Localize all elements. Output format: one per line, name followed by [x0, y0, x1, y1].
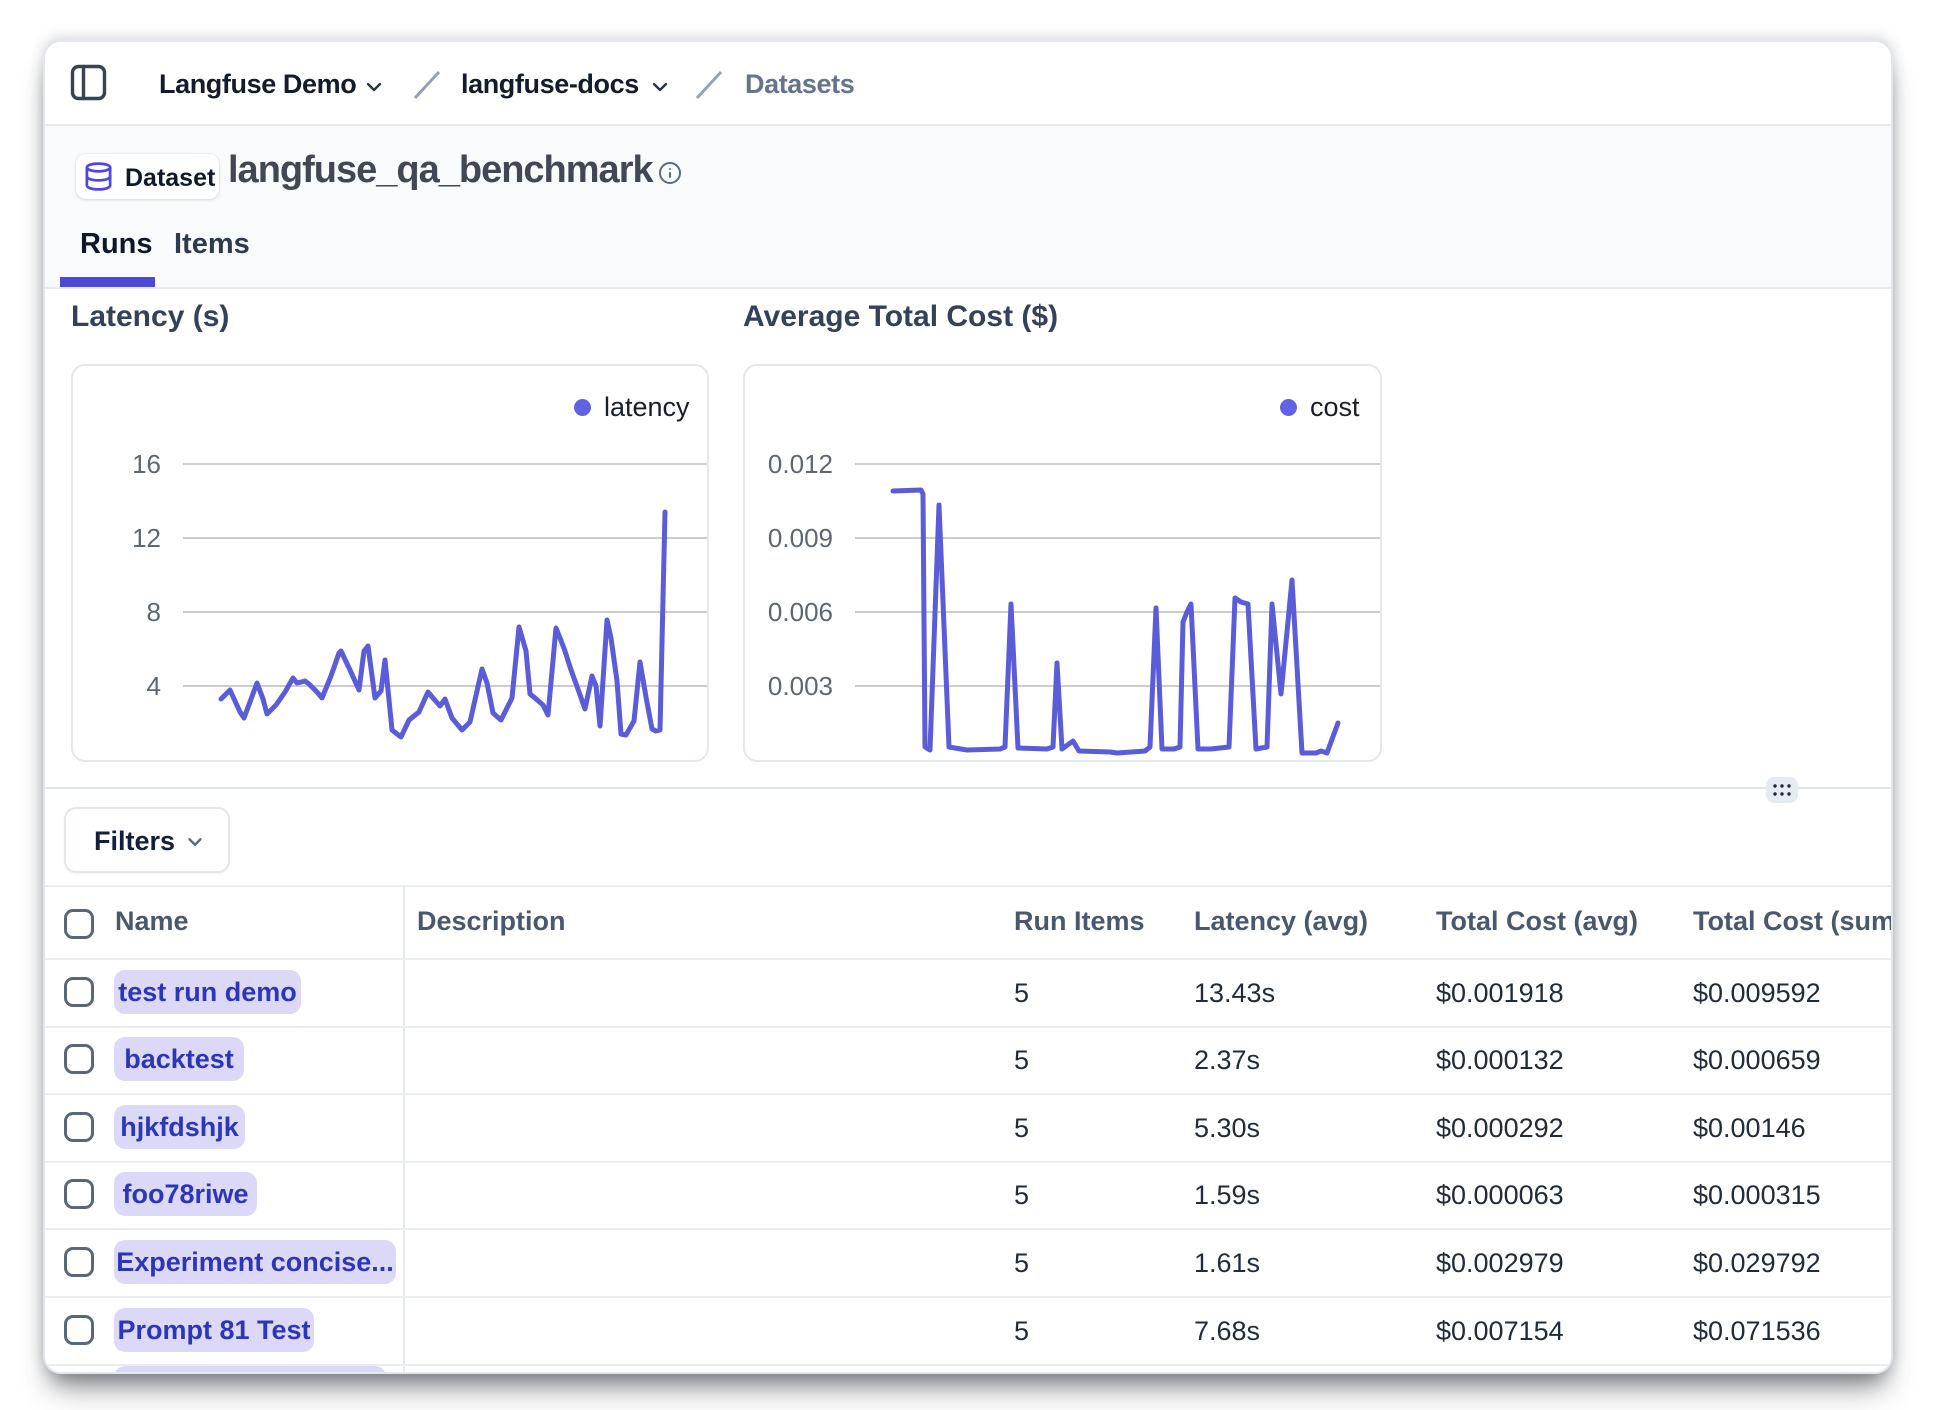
svg-text:4: 4 — [147, 671, 161, 701]
svg-text:16: 16 — [132, 449, 161, 479]
svg-text:0.009: 0.009 — [768, 523, 833, 553]
svg-text:0.003: 0.003 — [768, 671, 833, 701]
svg-text:8: 8 — [147, 597, 161, 627]
svg-text:0.006: 0.006 — [768, 597, 833, 627]
svg-text:12: 12 — [132, 523, 161, 553]
svg-text:0.012: 0.012 — [768, 449, 833, 479]
